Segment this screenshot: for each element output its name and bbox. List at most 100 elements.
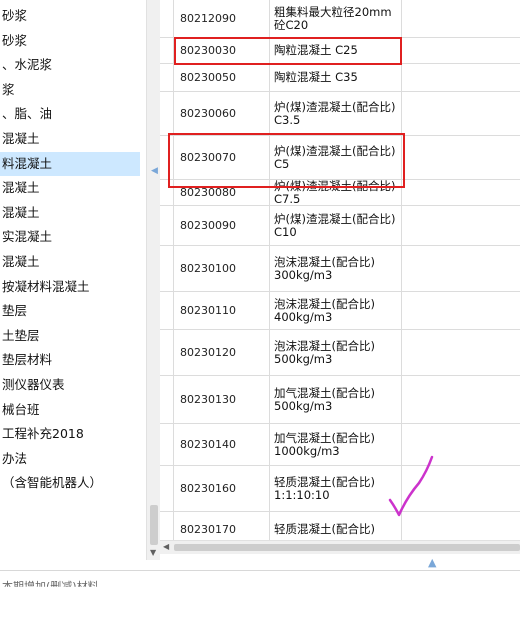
tree-item[interactable]: 垫层 (0, 299, 140, 323)
extra-cell (402, 180, 520, 205)
table-row[interactable]: 80230030 陶粒混凝土 C25 (160, 38, 520, 64)
material-code-cell: 80230160 (174, 466, 270, 511)
scroll-down-arrow-icon[interactable]: ▼ (150, 548, 156, 557)
table-row[interactable]: 80230160 轻质混凝土(配合比) 1:1:10:10 (160, 466, 520, 512)
extra-cell (402, 92, 520, 135)
grid-horizontal-scrollbar[interactable]: ◀ (160, 540, 520, 554)
grid-scroll-thumb[interactable] (174, 544, 520, 551)
tree-item[interactable]: 按凝材料混凝土 (0, 275, 140, 299)
extra-cell (402, 376, 520, 423)
tree-item[interactable]: （含智能机器人） (0, 471, 140, 495)
category-tree: 砂浆 砂浆 、水泥浆浆、脂、油 混凝土 料混凝土 混凝土 混凝土 实混凝土 混凝土 按凝材料混凝土… (0, 0, 148, 560)
material-code-cell: 80230140 (174, 424, 270, 465)
table-row[interactable]: 80230050 陶粒混凝土 C35 (160, 64, 520, 92)
tree-item[interactable]: 砂浆 (0, 4, 140, 28)
material-code-cell: 80230090 (174, 206, 270, 245)
row-gutter (160, 180, 174, 205)
extra-cell (402, 330, 520, 375)
material-name-cell: 炉(煤)渣混凝土(配合比) C7.5 (270, 179, 402, 205)
material-name-cell: 粗集料最大粒径20mm 砼C20 (270, 0, 402, 37)
handwritten-check-mark (388, 455, 434, 517)
material-name-cell: 泡沫混凝土(配合比) 400kg/m3 (270, 292, 402, 329)
footer-label: 本期增加(删减)材料 (2, 580, 99, 593)
table-row[interactable]: 80230090 炉(煤)渣混凝土(配合比) C10 (160, 206, 520, 246)
table-row[interactable]: 80230170 轻质混凝土(配合比) (160, 512, 520, 540)
material-code-cell: 80230070 (174, 136, 270, 179)
row-gutter (160, 292, 174, 329)
row-gutter (160, 376, 174, 423)
row-gutter (160, 330, 174, 375)
tree-item[interactable]: 、脂、油 (0, 102, 140, 126)
table-row[interactable]: 80230110 泡沫混凝土(配合比) 400kg/m3 (160, 292, 520, 330)
scroll-left-arrow-icon[interactable]: ◀ (163, 542, 169, 551)
table-row[interactable]: 80230060 炉(煤)渣混凝土(配合比) C3.5 (160, 92, 520, 136)
row-gutter (160, 92, 174, 135)
extra-cell (402, 136, 520, 179)
material-browser: 砂浆 砂浆 、水泥浆浆、脂、油 混凝土 料混凝土 混凝土 混凝土 实混凝土 混凝土 按凝材料混凝土… (0, 0, 520, 618)
tree-item[interactable]: 实混凝土 (0, 225, 140, 249)
material-name-cell: 泡沫混凝土(配合比) 500kg/m3 (270, 330, 402, 375)
tree-item[interactable]: 工程补充2018 (0, 422, 140, 446)
material-code-cell: 80212090 (174, 0, 270, 37)
tree-item[interactable]: 土垫层 (0, 324, 140, 348)
material-name-cell: 炉(煤)渣混凝土(配合比) C10 (270, 206, 402, 245)
table-row[interactable]: 80230070 炉(煤)渣混凝土(配合比) C5 (160, 136, 520, 180)
material-name-cell: 轻质混凝土(配合比) (270, 512, 402, 540)
tree-item[interactable]: 混凝土 (0, 176, 140, 200)
extra-cell (402, 246, 520, 291)
extra-cell (402, 0, 520, 37)
material-code-cell: 80230080 (174, 180, 270, 205)
material-code-cell: 80230050 (174, 64, 270, 91)
extra-cell (402, 38, 520, 63)
tree-scroll-thumb[interactable] (150, 505, 158, 545)
table-row[interactable]: 80230080 炉(煤)渣混凝土(配合比) C7.5 (160, 179, 520, 206)
tree-vertical-scrollbar[interactable]: ▼ (146, 0, 160, 560)
tree-item[interactable]: 测仪器仪表 (0, 373, 140, 397)
material-code-cell: 80230060 (174, 92, 270, 135)
row-gutter (160, 206, 174, 245)
tree-item[interactable]: 混凝土 (0, 127, 140, 151)
material-grid: 80212090 粗集料最大粒径20mm 砼C20 80230030 陶粒混凝土 C2… (160, 0, 520, 540)
table-row[interactable]: 80230140 加气混凝土(配合比) 1000kg/m3 (160, 424, 520, 466)
table-row[interactable]: 80230130 加气混凝土(配合比) 500kg/m3 (160, 376, 520, 424)
row-gutter (160, 136, 174, 179)
extra-cell (402, 206, 520, 245)
extra-cell (402, 292, 520, 329)
material-code-cell: 80230120 (174, 330, 270, 375)
material-code-cell: 80230100 (174, 246, 270, 291)
tree-item[interactable]: 混凝土 (0, 201, 140, 225)
tree-item[interactable]: 料混凝土 (0, 151, 140, 176)
row-gutter (160, 424, 174, 465)
material-name-cell: 陶粒混凝土 C35 (270, 64, 402, 91)
panel-divider (0, 570, 520, 571)
material-name-cell: 炉(煤)渣混凝土(配合比) C3.5 (270, 92, 402, 135)
collapse-left-icon[interactable]: ◀ (151, 166, 158, 176)
tree-item[interactable]: 械台班 (0, 398, 140, 422)
table-row[interactable]: 80230120 泡沫混凝土(配合比) 500kg/m3 (160, 330, 520, 376)
material-name-cell: 加气混凝土(配合比) 1000kg/m3 (270, 424, 402, 465)
row-gutter (160, 246, 174, 291)
tree-item[interactable]: 办法 (0, 447, 140, 471)
material-code-cell: 80230030 (174, 38, 270, 63)
row-gutter (160, 466, 174, 511)
material-name-cell: 泡沫混凝土(配合比) 300kg/m3 (270, 246, 402, 291)
tree-item[interactable]: 混凝土 (0, 250, 140, 274)
table-row[interactable]: 80230100 泡沫混凝土(配合比) 300kg/m3 (160, 246, 520, 292)
material-name-cell: 陶粒混凝土 C25 (270, 38, 402, 63)
material-name-cell: 炉(煤)渣混凝土(配合比) C5 (270, 136, 402, 179)
row-gutter (160, 0, 174, 37)
material-code-cell: 80230110 (174, 292, 270, 329)
material-code-cell: 80230170 (174, 512, 270, 540)
row-gutter (160, 38, 174, 63)
expand-bottom-icon[interactable]: ▲ (428, 556, 436, 569)
material-name-cell: 加气混凝土(配合比) 500kg/m3 (270, 376, 402, 423)
extra-cell (402, 64, 520, 91)
table-row[interactable]: 80212090 粗集料最大粒径20mm 砼C20 (160, 0, 520, 38)
tree-item[interactable]: 垫层材料 (0, 348, 140, 372)
row-gutter (160, 64, 174, 91)
row-gutter (160, 512, 174, 540)
tree-item[interactable]: 、水泥浆 (0, 53, 140, 77)
tree-item[interactable]: 浆 (0, 78, 140, 102)
tree-item[interactable]: 砂浆 (0, 29, 140, 53)
material-code-cell: 80230130 (174, 376, 270, 423)
